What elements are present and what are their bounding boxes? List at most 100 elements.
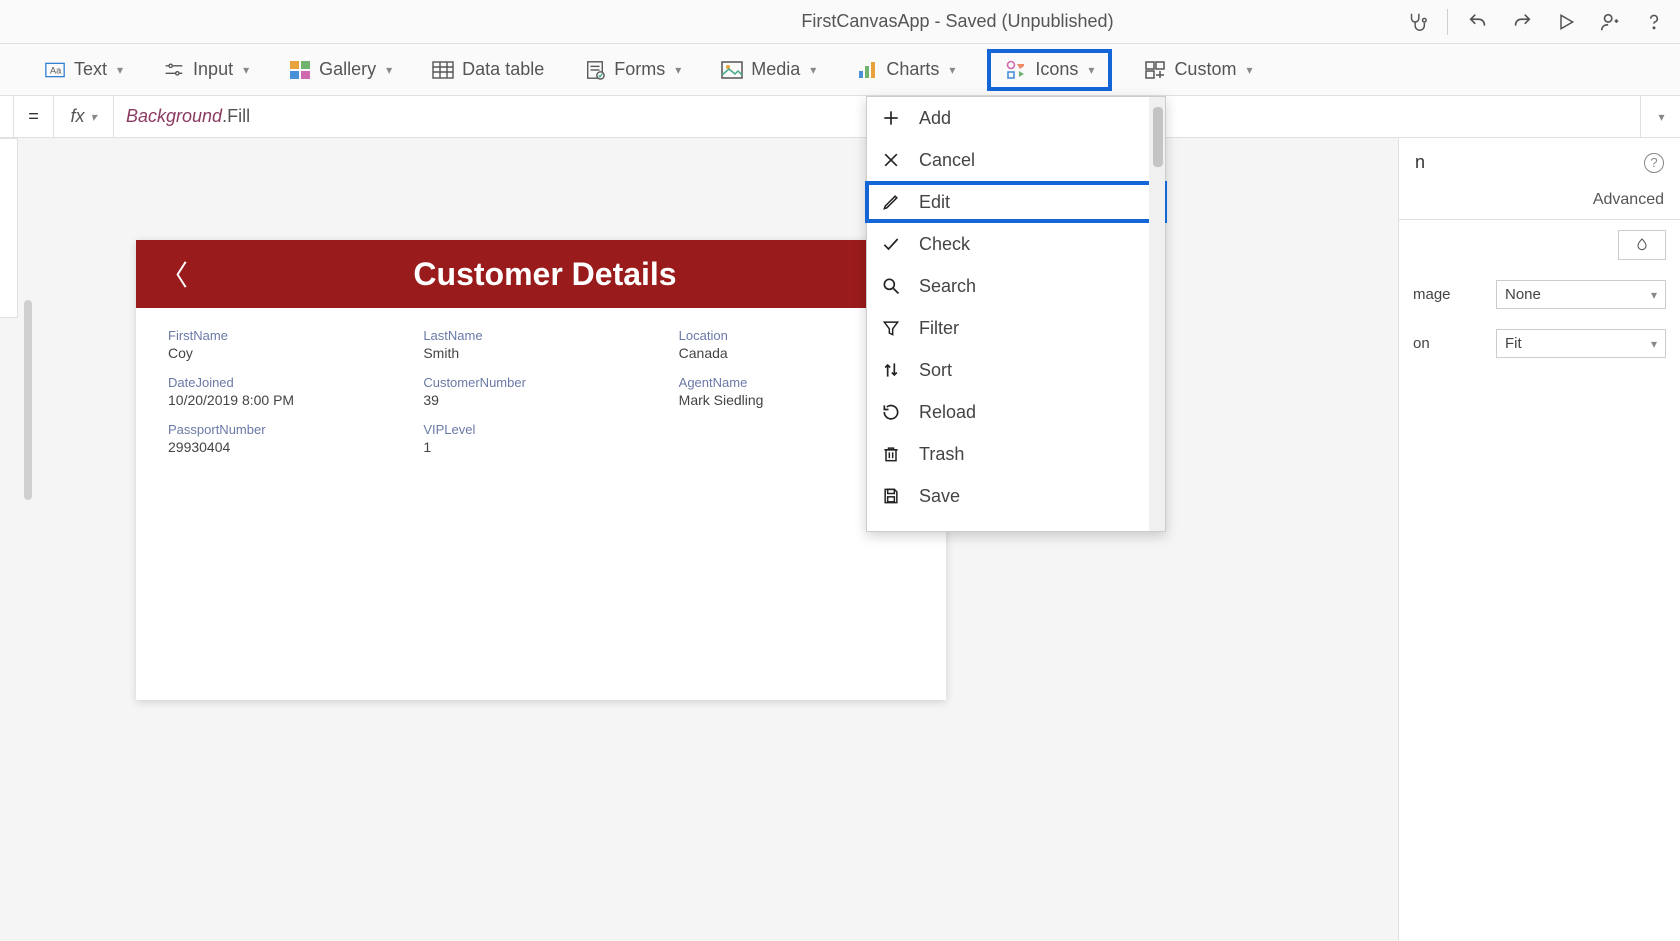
field-lastname: LastNameSmith: [423, 328, 658, 361]
icons-dropdown: Add Cancel Edit Check Search Filter Sort…: [866, 96, 1166, 532]
add-icon: [881, 108, 905, 128]
screen-title: Customer Details: [168, 256, 922, 293]
properties-tabs: Advanced: [1399, 181, 1680, 220]
icon-option-search[interactable]: Search: [867, 265, 1165, 307]
chevron-down-icon: ▾: [1651, 337, 1657, 351]
properties-pane: n ? Advanced mage None▾ on Fit ▾: [1398, 138, 1680, 941]
icon-option-filter[interactable]: Filter: [867, 307, 1165, 349]
field-customernumber: CustomerNumber39: [423, 375, 658, 408]
forms-icon: [584, 59, 606, 81]
cancel-icon: [881, 150, 905, 170]
stethoscope-icon[interactable]: [1403, 8, 1431, 36]
ribbon-label: Data table: [462, 59, 544, 80]
dd-label: Save: [919, 486, 960, 507]
canvas-screen[interactable]: 〈 Customer Details FirstNameCoy LastName…: [136, 240, 946, 700]
text-icon: Aa: [44, 59, 66, 81]
icon-option-check[interactable]: Check: [867, 223, 1165, 265]
ribbon-forms[interactable]: Forms▾: [576, 53, 689, 87]
charts-icon: [856, 59, 878, 81]
chevron-down-icon: ▾: [1246, 63, 1252, 77]
formula-expand[interactable]: ▾: [1640, 96, 1680, 137]
icons-shapes-icon: [1005, 59, 1027, 81]
chevron-down-icon: ▾: [949, 63, 955, 77]
dd-label: Filter: [919, 318, 959, 339]
ribbon-label: Charts: [886, 59, 939, 80]
field-label: LastName: [423, 328, 658, 343]
chevron-down-icon: ▾: [243, 63, 249, 77]
ribbon-icons[interactable]: Icons ▾: [987, 49, 1112, 91]
imgpos-select[interactable]: Fit ▾: [1496, 329, 1666, 358]
app-title: FirstCanvasApp - Saved (Unpublished): [12, 11, 1403, 32]
icon-option-add[interactable]: Add: [867, 97, 1165, 139]
check-icon: [881, 234, 905, 254]
save-icon: [881, 486, 905, 506]
edit-icon: [881, 192, 905, 212]
ribbon-datatable[interactable]: Data table: [424, 53, 552, 87]
icon-option-sort[interactable]: Sort: [867, 349, 1165, 391]
screen-header: 〈 Customer Details: [136, 240, 946, 308]
reload-icon: [881, 402, 905, 422]
help-icon[interactable]: [1640, 8, 1668, 36]
ribbon-charts[interactable]: Charts ▾: [848, 53, 963, 87]
formula-token-property: .Fill: [222, 106, 250, 127]
chevron-down-icon: ▾: [1088, 63, 1094, 77]
prop-label: mage: [1413, 286, 1451, 303]
icon-option-edit[interactable]: Edit: [865, 181, 1167, 223]
dd-label: Trash: [919, 444, 964, 465]
redo-icon[interactable]: [1508, 8, 1536, 36]
icon-option-trash[interactable]: Trash: [867, 433, 1165, 475]
icon-option-save[interactable]: Save: [867, 475, 1165, 517]
tab-properties[interactable]: [1399, 181, 1577, 219]
ribbon-label: Media: [751, 59, 800, 80]
chevron-down-icon: ▾: [117, 63, 123, 77]
share-person-icon[interactable]: [1596, 8, 1624, 36]
properties-header: n ?: [1399, 138, 1680, 181]
formula-token-object: Background: [126, 106, 222, 127]
ribbon-text[interactable]: Aa Text ▾: [36, 53, 131, 87]
ribbon-gallery[interactable]: Gallery▾: [281, 53, 400, 87]
datatable-icon: [432, 59, 454, 81]
tree-view-sliver[interactable]: [0, 138, 18, 318]
formula-bar: = fx▾ Background.Fill ▾: [0, 96, 1680, 138]
media-icon: [721, 59, 743, 81]
field-value: 10/20/2019 8:00 PM: [168, 392, 403, 408]
icon-option-cancel[interactable]: Cancel: [867, 139, 1165, 181]
prop-bgimage-row: mage None▾: [1399, 270, 1680, 319]
dropdown-scrollbar[interactable]: [1149, 97, 1165, 531]
tab-advanced[interactable]: Advanced: [1577, 181, 1680, 219]
trash-icon: [881, 444, 905, 464]
field-passportnumber: PassportNumber29930404: [168, 422, 403, 455]
play-icon[interactable]: [1552, 8, 1580, 36]
select-value: Fit: [1505, 335, 1522, 352]
equals-label: =: [14, 96, 54, 137]
ribbon-label: Text: [74, 59, 107, 80]
icon-option-reload[interactable]: Reload: [867, 391, 1165, 433]
field-value: 29930404: [168, 439, 403, 455]
help-icon[interactable]: ?: [1644, 153, 1664, 173]
dd-label: Edit: [919, 192, 950, 213]
undo-icon[interactable]: [1464, 8, 1492, 36]
property-selector[interactable]: [0, 96, 14, 137]
left-scrollbar[interactable]: [24, 300, 32, 500]
bgimage-select[interactable]: None▾: [1496, 280, 1666, 309]
field-value: 1: [423, 439, 658, 455]
chevron-down-icon: ▾: [810, 63, 816, 77]
selected-control-name: n: [1415, 152, 1425, 173]
fill-color-button[interactable]: [1618, 230, 1666, 260]
select-value: None: [1505, 286, 1541, 303]
ribbon-custom[interactable]: Custom▾: [1136, 53, 1260, 87]
ribbon-input[interactable]: Input▾: [155, 53, 257, 87]
dd-label: Reload: [919, 402, 976, 423]
dd-label: Cancel: [919, 150, 975, 171]
filter-icon: [881, 318, 905, 338]
chevron-down-icon: ▾: [90, 110, 96, 124]
ribbon-label: Forms: [614, 59, 665, 80]
prop-label: on: [1413, 335, 1430, 352]
dd-label: Sort: [919, 360, 952, 381]
custom-icon: [1144, 59, 1166, 81]
ribbon-media[interactable]: Media ▾: [713, 53, 824, 87]
input-sliders-icon: [163, 59, 185, 81]
dropdown-more-indicator[interactable]: ▾: [867, 517, 1165, 531]
fx-button[interactable]: fx▾: [54, 96, 114, 137]
ribbon-label: Icons: [1035, 59, 1078, 80]
